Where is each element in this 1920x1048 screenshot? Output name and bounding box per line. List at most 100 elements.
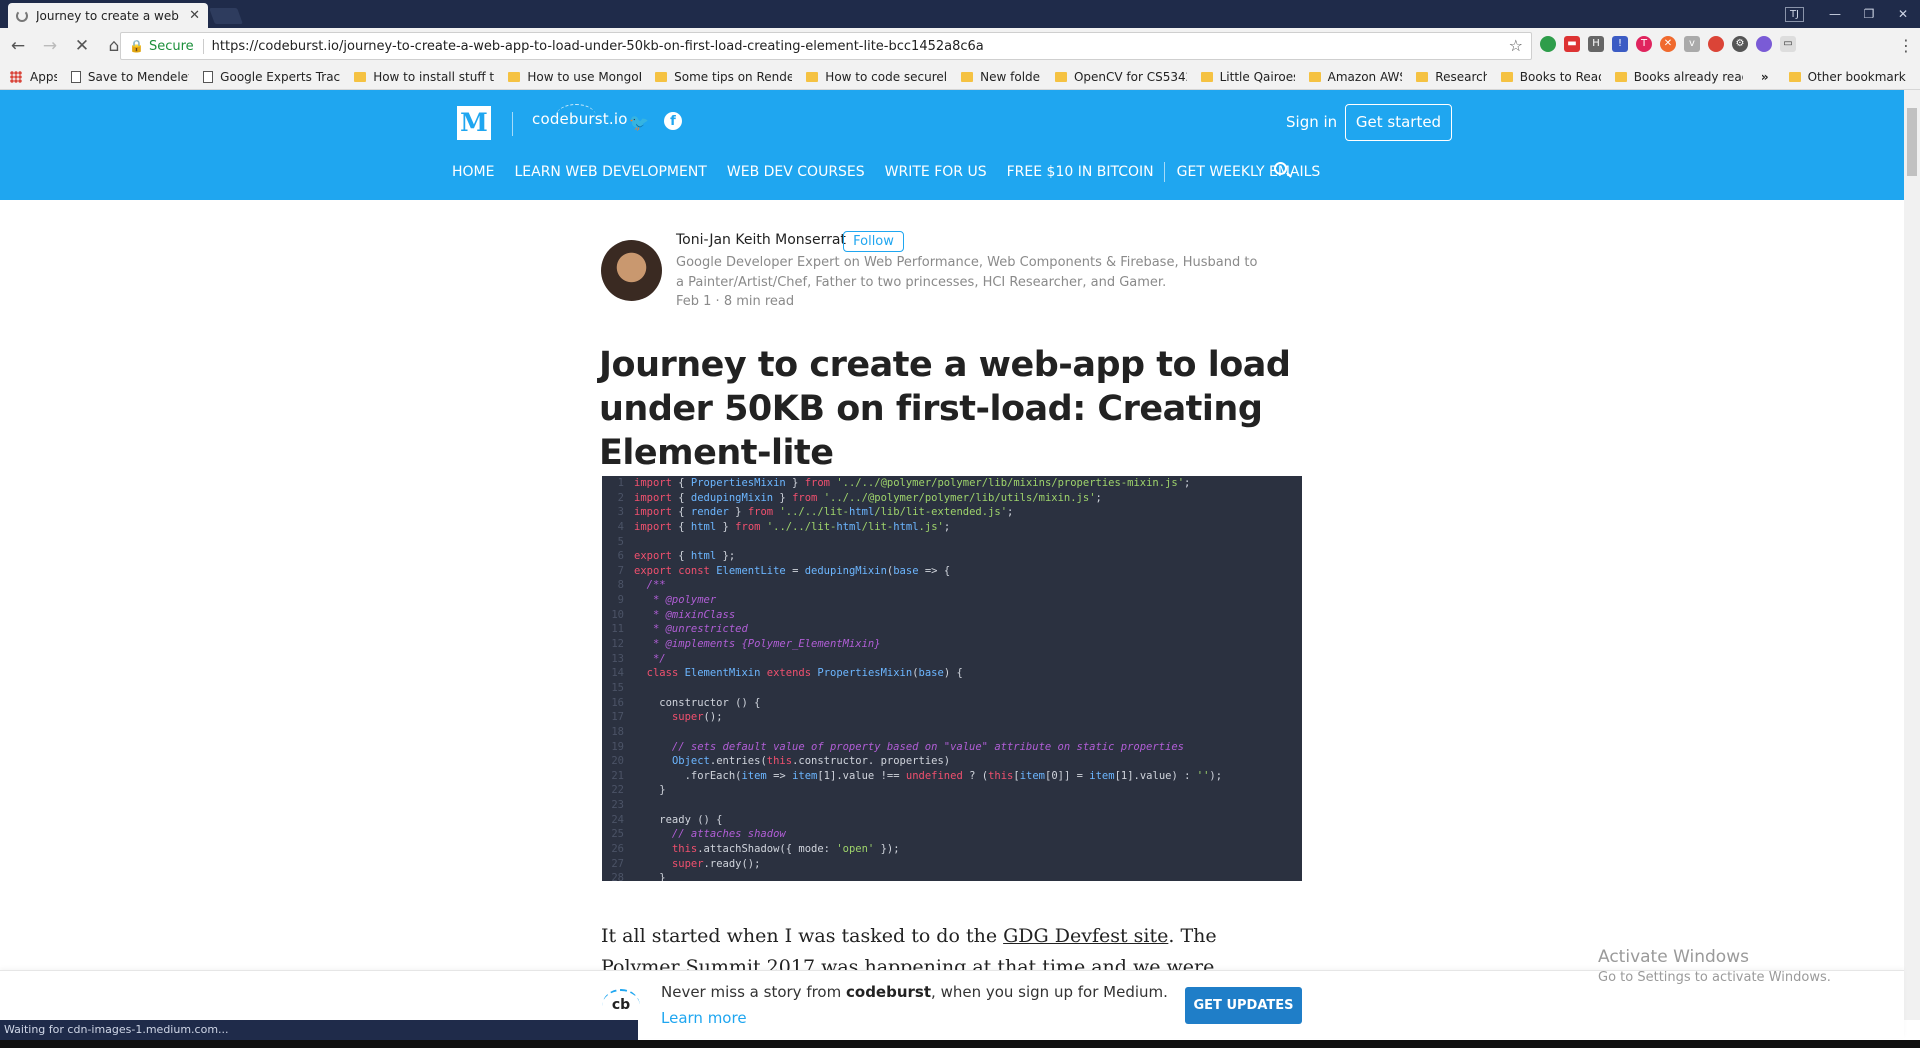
header-divider bbox=[512, 112, 513, 136]
facebook-icon[interactable]: f bbox=[664, 112, 682, 130]
nav-home[interactable]: HOME bbox=[452, 164, 494, 180]
bookmark-label: Amazon AWS bbox=[1327, 69, 1403, 84]
medium-logo-icon[interactable]: M bbox=[457, 106, 491, 140]
bookmark-item[interactable]: Amazon AWS bbox=[1308, 69, 1403, 84]
extension-green-icon[interactable] bbox=[1540, 36, 1556, 52]
bookmark-star-icon[interactable]: ☆ bbox=[1509, 36, 1523, 55]
nav-weekly-emails[interactable]: GET WEEKLY EMAILS bbox=[1177, 164, 1321, 180]
bookmark-item[interactable]: Books to Read bbox=[1500, 69, 1601, 84]
bookmark-item[interactable]: Research bbox=[1416, 70, 1487, 84]
gdg-devfest-link[interactable]: GDG Devfest site bbox=[1003, 925, 1168, 947]
bookmark-label: Books already read bbox=[1633, 69, 1743, 84]
code-line: 1 import { PropertiesMixin } from '../../… bbox=[602, 476, 1302, 491]
learn-more-link[interactable]: Learn more bbox=[661, 1009, 747, 1027]
nav-web-dev-courses[interactable]: WEB DEV COURSES bbox=[727, 164, 865, 180]
other-bookmarks[interactable]: Other bookmarks bbox=[1788, 69, 1907, 84]
folder-icon bbox=[354, 71, 367, 82]
page-scrollbar[interactable] bbox=[1904, 90, 1920, 1020]
code-line: 15 bbox=[602, 681, 1302, 696]
forward-arrow-icon[interactable]: → bbox=[36, 36, 64, 56]
minimize-icon[interactable]: — bbox=[1818, 7, 1852, 21]
code-line: 22 } bbox=[602, 783, 1302, 798]
settings-gear-icon[interactable]: ⚙ bbox=[1732, 36, 1748, 52]
get-updates-button[interactable]: GET UPDATES bbox=[1185, 987, 1302, 1024]
bookmark-item[interactable]: Save to Mendeley bbox=[70, 70, 189, 84]
close-tab-icon[interactable]: ✕ bbox=[189, 8, 200, 23]
article-title: Journey to create a web-app to load unde… bbox=[599, 345, 1291, 473]
bookmark-label: Some tips on Render bbox=[674, 69, 793, 84]
bookmark-label: Books to Read bbox=[1519, 69, 1601, 84]
extension-chrome-icon[interactable] bbox=[1708, 36, 1724, 52]
folder-icon bbox=[1054, 71, 1067, 82]
address-bar[interactable]: 🔒 Secure https://codeburst.io/journey-to… bbox=[120, 32, 1532, 60]
line-number: 1 bbox=[617, 477, 624, 489]
bookmarks-overflow-icon[interactable]: » bbox=[1761, 70, 1769, 84]
apps-icon bbox=[10, 70, 22, 83]
bookmark-item[interactable]: OpenCV for CS5342 bbox=[1054, 70, 1187, 84]
extension-tono-icon[interactable]: ▭ bbox=[1780, 36, 1796, 52]
author-bio: Google Developer Expert on Web Performan… bbox=[676, 255, 1258, 290]
bookmark-label: Apps bbox=[30, 69, 57, 84]
line-number: 13 bbox=[611, 652, 624, 665]
other-bookmarks-label: Other bookmarks bbox=[1807, 69, 1907, 84]
author-name[interactable]: Toni-Jan Keith Monserrat bbox=[676, 232, 846, 248]
brand-logo[interactable]: codeburst.io bbox=[532, 110, 628, 128]
url-text[interactable]: https://codeburst.io/journey-to-create-a… bbox=[212, 39, 984, 54]
code-line: 13 */ bbox=[602, 652, 1302, 667]
line-number: 17 bbox=[611, 711, 624, 724]
code-text: // sets default value of property based … bbox=[634, 740, 1184, 753]
code-text: super(); bbox=[671, 711, 723, 724]
browser-menu-icon[interactable]: ⋮ bbox=[1898, 36, 1914, 55]
site-nav: HOME LEARN WEB DEVELOPMENT WEB DEV COURS… bbox=[452, 162, 1340, 182]
browser-toolbar: ← → ✕ ⌂ 🔒 Secure https://codeburst.io/jo… bbox=[0, 28, 1920, 64]
close-window-icon[interactable]: ✕ bbox=[1886, 7, 1920, 21]
code-line: 19 // sets default value of property bas… bbox=[602, 740, 1302, 755]
line-number: 3 bbox=[617, 506, 624, 519]
code-line: 16 constructor () { bbox=[602, 696, 1302, 711]
extension-pin-icon[interactable]: v bbox=[1684, 36, 1700, 52]
line-number: 10 bbox=[611, 608, 624, 621]
bookmark-item[interactable]: Some tips on Render bbox=[655, 70, 792, 84]
loading-spinner-icon bbox=[16, 9, 28, 22]
signin-link[interactable]: Sign in bbox=[1286, 113, 1337, 131]
extension-orange-icon[interactable]: ✕ bbox=[1660, 36, 1676, 52]
code-line: 11 * @unrestricted bbox=[602, 622, 1302, 637]
bookmark-item[interactable]: Google Experts Track bbox=[203, 70, 340, 84]
body-text-prefix: It all started when I was tasked to do t… bbox=[601, 925, 1004, 947]
browser-tab[interactable]: Journey to create a web ✕ bbox=[8, 3, 208, 28]
line-number: 23 bbox=[611, 799, 624, 812]
search-icon[interactable] bbox=[1274, 162, 1287, 175]
bookmark-item[interactable]: Books already read bbox=[1614, 69, 1743, 84]
extension-t-icon[interactable]: T bbox=[1636, 36, 1652, 52]
bookmark-item[interactable]: How to use MongoD bbox=[508, 70, 641, 84]
scrollbar-thumb[interactable] bbox=[1907, 108, 1917, 176]
nav-free-bitcoin[interactable]: FREE $10 IN BITCOIN bbox=[1007, 164, 1154, 180]
code-line: 28 } bbox=[602, 871, 1302, 881]
extension-h-icon[interactable]: H bbox=[1588, 36, 1604, 52]
new-tab-button[interactable] bbox=[209, 8, 243, 24]
code-text: /** bbox=[634, 579, 666, 592]
twitter-icon[interactable]: 🐦 bbox=[629, 113, 649, 132]
extension-blue-icon[interactable]: ! bbox=[1612, 36, 1628, 52]
nav-learn-web-development[interactable]: LEARN WEB DEVELOPMENT bbox=[514, 164, 706, 180]
follow-button[interactable]: Follow bbox=[843, 231, 904, 252]
get-started-button[interactable]: Get started bbox=[1345, 104, 1452, 141]
windows-taskbar bbox=[0, 1040, 1920, 1048]
profile-badge[interactable]: TJ bbox=[1784, 6, 1804, 22]
bookmark-item[interactable]: Apps bbox=[0, 70, 57, 84]
author-avatar[interactable] bbox=[601, 240, 662, 301]
extension-red-icon[interactable]: ▬ bbox=[1564, 36, 1580, 52]
bookmark-item[interactable]: How to code securely bbox=[806, 70, 947, 84]
restore-icon[interactable]: ❐ bbox=[1852, 7, 1886, 21]
stop-loading-icon[interactable]: ✕ bbox=[68, 36, 96, 56]
code-text: import { dedupingMixin } from '../../@po… bbox=[634, 491, 1102, 504]
windows-activation-watermark: Activate Windows Go to Settings to activ… bbox=[1598, 947, 1831, 985]
bookmark-item[interactable]: New folder bbox=[961, 70, 1041, 84]
bookmark-item[interactable]: Little Qairoes bbox=[1200, 70, 1295, 84]
back-arrow-icon[interactable]: ← bbox=[4, 36, 32, 56]
folder-icon bbox=[1500, 71, 1513, 82]
extension-color-icon[interactable] bbox=[1756, 36, 1772, 52]
nav-write-for-us[interactable]: WRITE FOR US bbox=[885, 164, 987, 180]
line-number: 6 bbox=[617, 550, 624, 563]
bookmark-item[interactable]: How to install stuff to bbox=[354, 70, 494, 84]
